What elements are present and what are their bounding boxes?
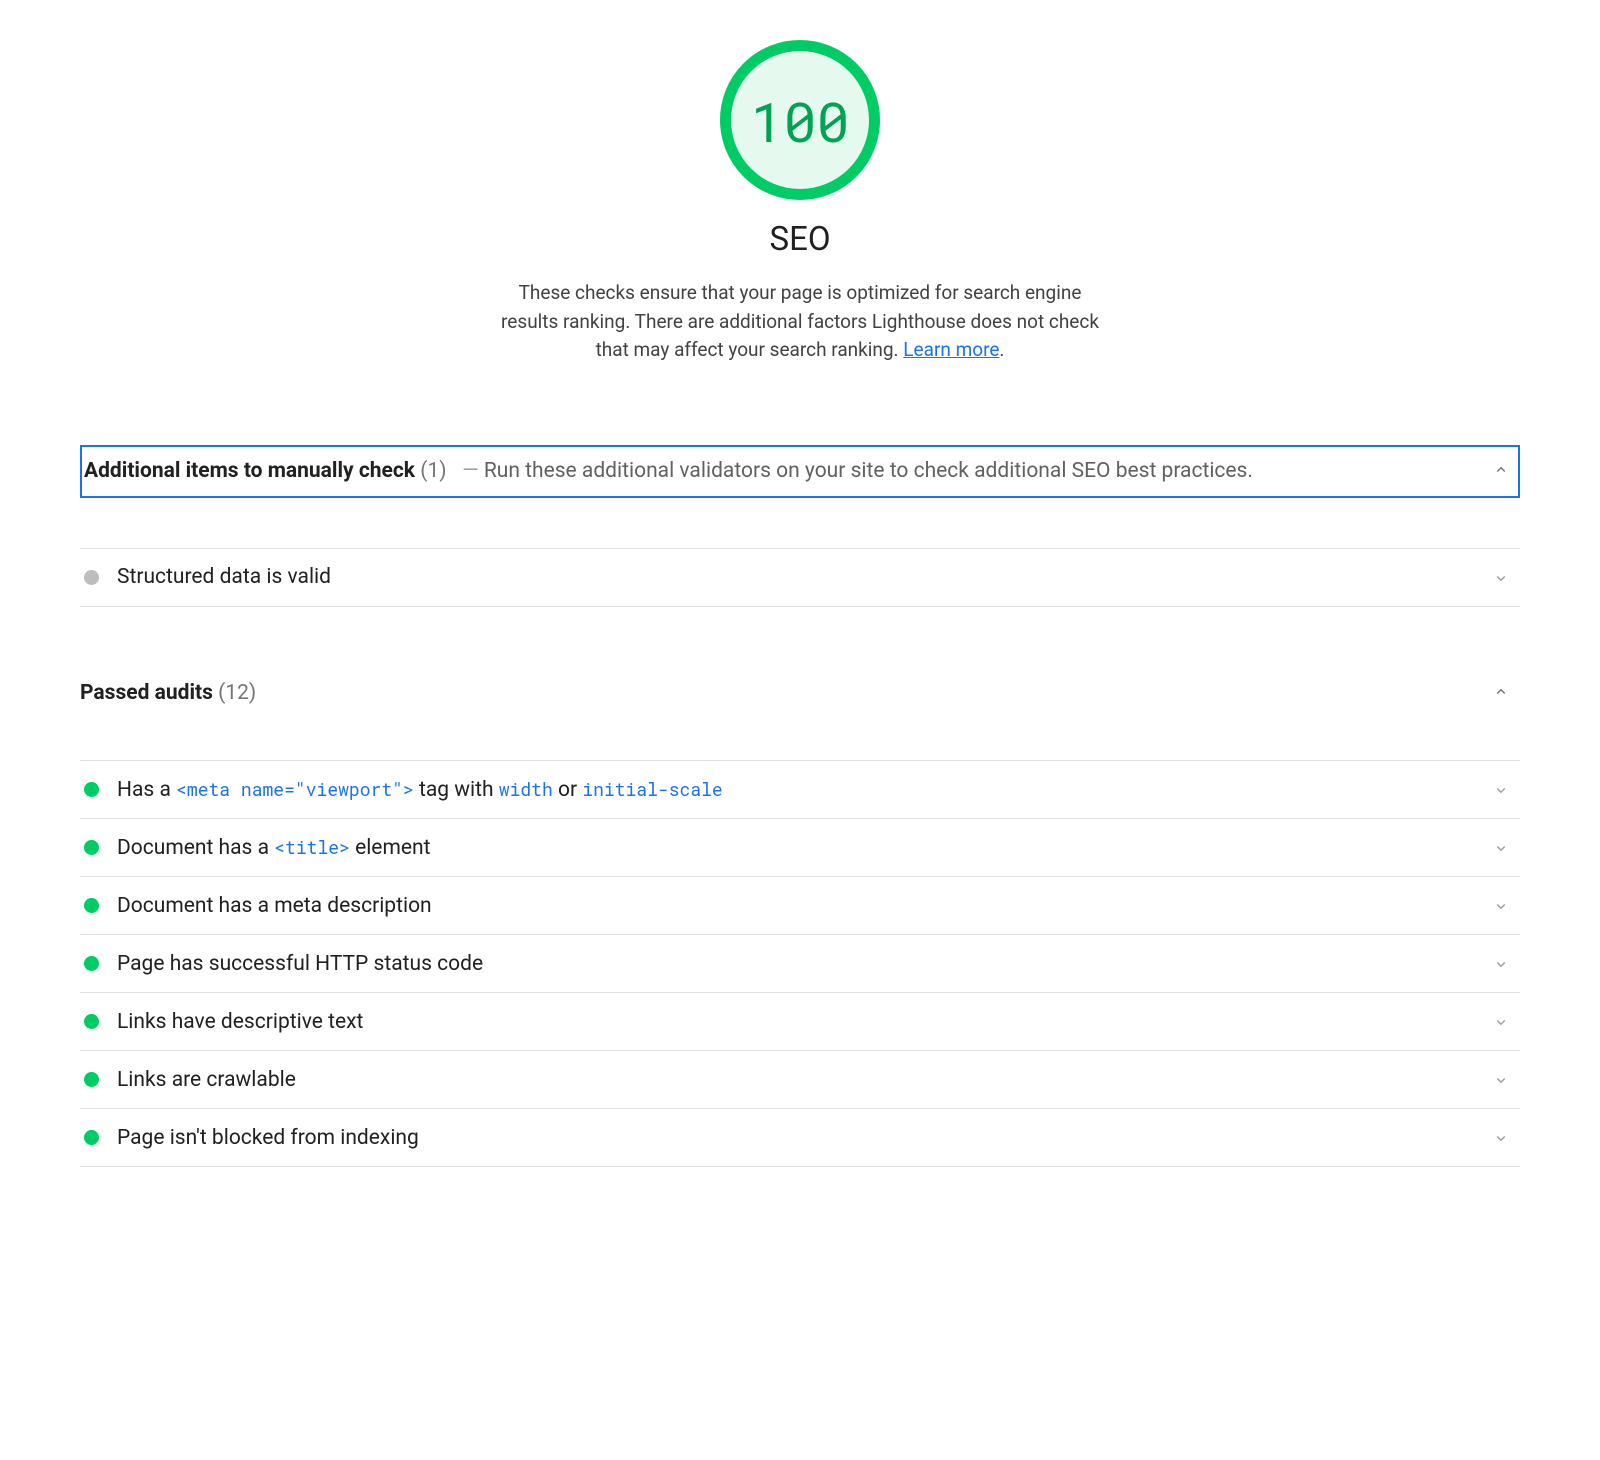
seo-category-header: 100 SEO These checks ensure that your pa…	[80, 40, 1520, 365]
chevron-down-icon	[1492, 1071, 1510, 1092]
audit-row[interactable]: Document has a meta description	[80, 876, 1520, 934]
audit-title: Page isn't blocked from indexing	[117, 1126, 419, 1150]
group-desc: Run these additional validators on your …	[484, 459, 1253, 483]
pass-icon	[84, 1072, 99, 1087]
audit-title: Links have descriptive text	[117, 1010, 363, 1034]
score-gauge: 100	[720, 40, 880, 200]
audit-title: Document has a <title> element	[117, 835, 430, 860]
group-title: Additional items to manually check	[84, 459, 415, 483]
chevron-down-icon	[1492, 839, 1510, 860]
chevron-down-icon	[1492, 1129, 1510, 1150]
chevron-up-icon	[1492, 683, 1510, 704]
audit-row[interactable]: Document has a <title> element	[80, 818, 1520, 876]
audit-row-structured-data[interactable]: Structured data is valid	[80, 548, 1520, 607]
audit-row[interactable]: Has a <meta name="viewport"> tag with wi…	[80, 760, 1520, 818]
audit-title: Page has successful HTTP status code	[117, 952, 483, 976]
pass-icon	[84, 840, 99, 855]
pass-icon	[84, 782, 99, 797]
audit-title: Links are crawlable	[117, 1068, 296, 1092]
chevron-down-icon	[1492, 1013, 1510, 1034]
category-description: These checks ensure that your page is op…	[490, 279, 1110, 365]
chevron-down-icon	[1492, 569, 1510, 590]
learn-more-link[interactable]: Learn more	[903, 338, 999, 361]
chevron-down-icon	[1492, 781, 1510, 802]
group-title: Passed audits	[80, 681, 213, 705]
audit-title: Structured data is valid	[117, 565, 331, 589]
audit-row[interactable]: Page isn't blocked from indexing	[80, 1108, 1520, 1167]
group-count: (12)	[218, 681, 256, 705]
pass-icon	[84, 1014, 99, 1029]
chevron-down-icon	[1492, 897, 1510, 918]
manual-checks-group: Additional items to manually check (1) —…	[80, 445, 1520, 607]
pass-icon	[84, 898, 99, 913]
passed-audits-group: Passed audits (12) Has a <meta name="vie…	[80, 667, 1520, 1167]
neutral-icon	[84, 570, 99, 585]
score-value: 100	[750, 84, 849, 157]
audit-title: Document has a meta description	[117, 894, 432, 918]
chevron-up-icon	[1492, 461, 1510, 482]
audit-title: Has a <meta name="viewport"> tag with wi…	[117, 777, 723, 802]
manual-checks-toggle[interactable]: Additional items to manually check (1) —…	[80, 445, 1520, 498]
pass-icon	[84, 1130, 99, 1145]
chevron-down-icon	[1492, 955, 1510, 976]
audit-row[interactable]: Page has successful HTTP status code	[80, 934, 1520, 992]
passed-audits-toggle[interactable]: Passed audits (12)	[80, 667, 1520, 720]
category-title: SEO	[80, 220, 1520, 259]
audit-row[interactable]: Links have descriptive text	[80, 992, 1520, 1050]
group-count: (1)	[420, 459, 446, 483]
pass-icon	[84, 956, 99, 971]
audit-row[interactable]: Links are crawlable	[80, 1050, 1520, 1108]
